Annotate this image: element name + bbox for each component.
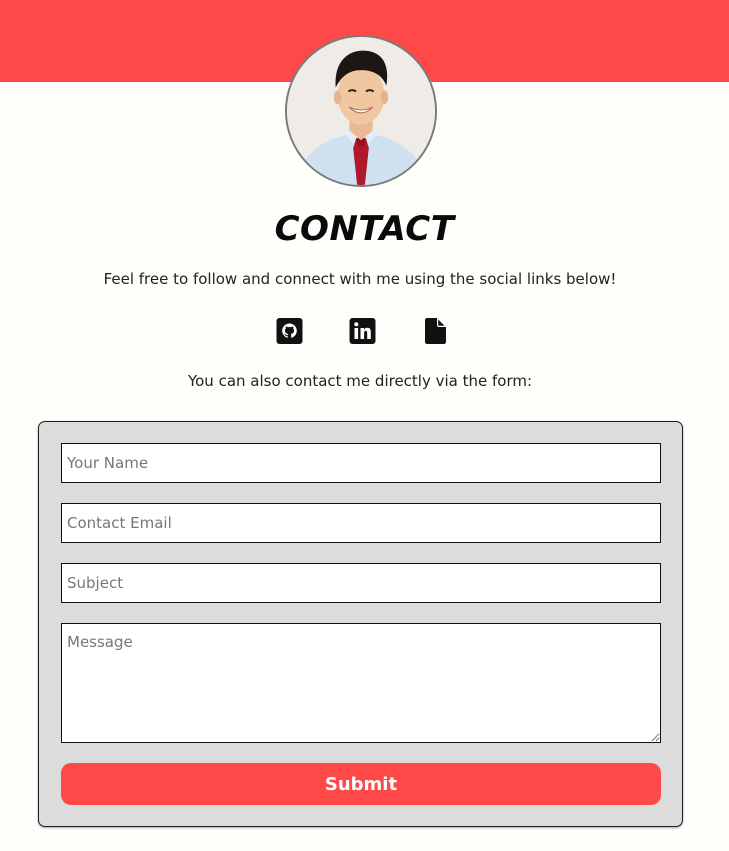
message-textarea[interactable] (61, 623, 661, 743)
email-input[interactable] (61, 503, 661, 543)
document-icon (425, 318, 446, 344)
submit-button[interactable]: Submit (61, 763, 661, 805)
intro-text: Feel free to follow and connect with me … (103, 270, 617, 288)
profile-photo-icon (287, 37, 435, 185)
github-link[interactable] (276, 317, 303, 345)
page-title: CONTACT (274, 209, 455, 249)
subject-input[interactable] (61, 563, 661, 603)
github-icon (276, 318, 303, 344)
profile-avatar (285, 35, 437, 187)
resume-link[interactable] (422, 317, 449, 345)
contact-page: CONTACT Feel free to follow and connect … (0, 0, 729, 851)
social-links (276, 316, 449, 346)
contact-form: Submit (38, 421, 683, 827)
form-note: You can also contact me directly via the… (187, 372, 533, 390)
name-input[interactable] (61, 443, 661, 483)
linkedin-link[interactable] (349, 317, 376, 345)
linkedin-icon (349, 318, 376, 344)
